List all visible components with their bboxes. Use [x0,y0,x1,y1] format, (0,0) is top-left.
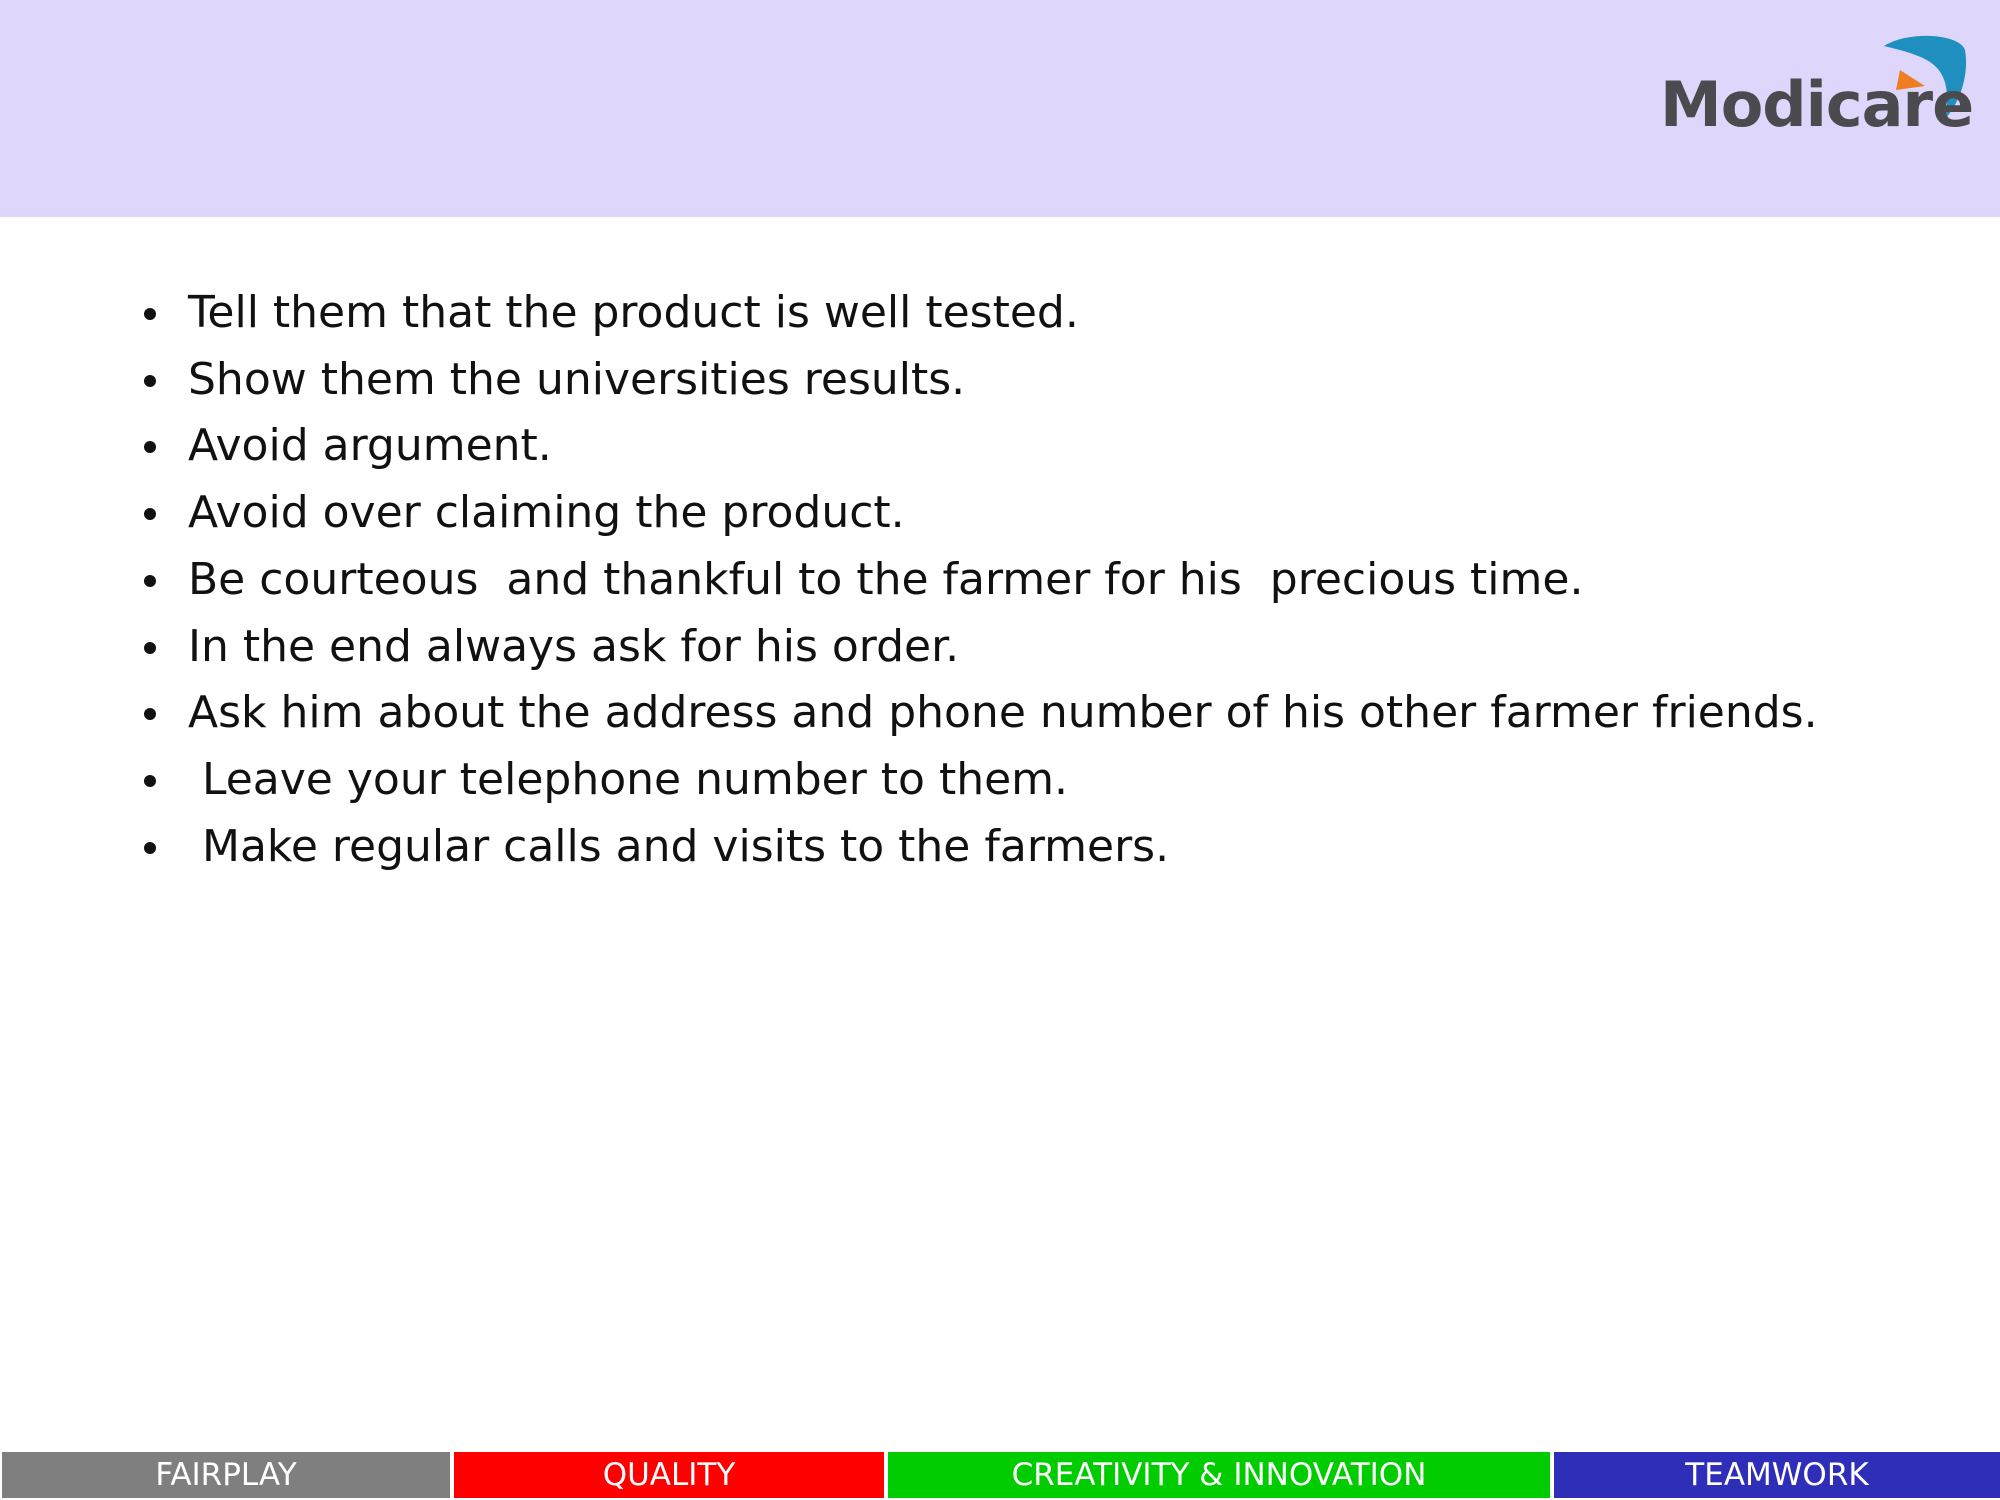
modicare-logo: Modicare [1660,30,1974,145]
bullet-list: Tell them that the product is well teste… [140,280,1818,880]
bullet-dot-icon [144,774,156,787]
footer-fairplay-label: FAIRPLAY [155,1457,297,1493]
bullet-item: Show them the universities results. [140,347,1818,414]
bullet-dot-icon [144,574,156,587]
logo-wordmark: Modicare [1660,68,1974,141]
bullet-text: Avoid over claiming the product. [188,487,905,539]
bullet-text: Show them the universities results. [188,353,966,405]
header-band: Modicare [0,0,2000,217]
bullet-dot-icon [144,508,156,521]
bullet-item: In the end always ask for his order. [140,614,1818,681]
footer-quality-label: QUALITY [602,1457,736,1493]
footer-quality: QUALITY [454,1452,884,1498]
footer-creativity-innovation: CREATIVITY & INNOVATION [888,1452,1550,1498]
bullet-dot-icon [144,708,156,721]
footer-values-bar: FAIRPLAY QUALITY CREATIVITY & INNOVATION… [0,1450,2000,1500]
bullet-text: Ask him about the address and phone numb… [188,687,1818,739]
bullet-text: Tell them that the product is well teste… [188,287,1079,338]
footer-fairplay: FAIRPLAY [2,1452,450,1498]
bullet-text: Make regular calls and visits to the far… [188,820,1170,872]
bullet-item: Avoid argument. [140,413,1818,480]
footer-teamwork: TEAMWORK [1554,1452,2000,1498]
bullet-dot-icon [144,641,156,654]
bullet-dot-icon [144,841,156,854]
bullet-text: Avoid argument. [188,420,552,472]
bullet-text: In the end always ask for his order. [188,620,960,672]
footer-creativity-label: CREATIVITY & INNOVATION [1011,1457,1427,1493]
footer-teamwork-label: TEAMWORK [1685,1457,1869,1493]
bullet-text: Be courteous and thankful to the farmer … [188,553,1584,605]
bullet-item: Tell them that the product is well teste… [140,280,1818,347]
bullet-item: Ask him about the address and phone numb… [140,680,1818,747]
bullet-item: Be courteous and thankful to the farmer … [140,547,1818,614]
bullet-item: Avoid over claiming the product. [140,480,1818,547]
bullet-dot-icon [144,374,156,387]
bullet-dot-icon [144,308,156,320]
bullet-text: Leave your telephone number to them. [188,753,1068,805]
bullet-item: Leave your telephone number to them. [140,747,1818,814]
bullet-item: Make regular calls and visits to the far… [140,814,1818,881]
bullet-dot-icon [144,441,156,454]
